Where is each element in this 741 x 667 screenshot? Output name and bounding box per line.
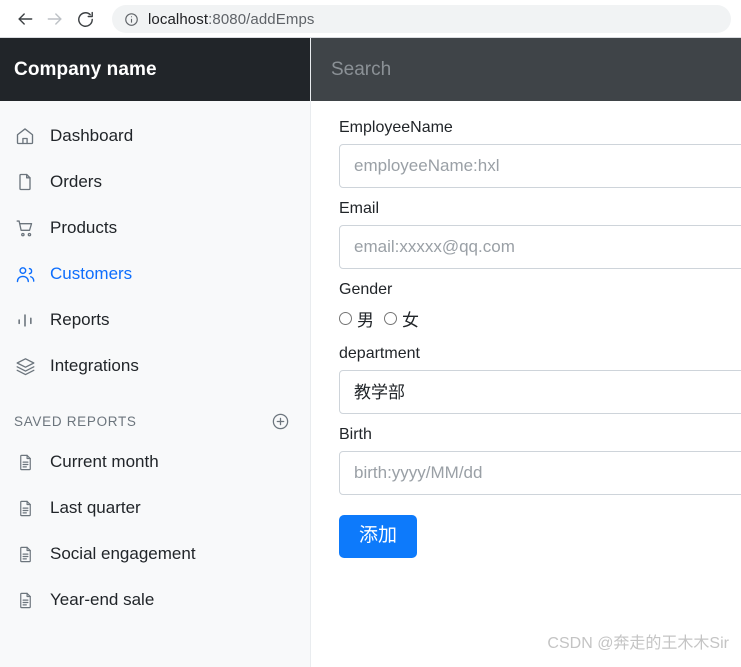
cart-icon bbox=[14, 217, 36, 239]
layers-icon bbox=[14, 355, 36, 377]
document-icon bbox=[14, 543, 36, 565]
saved-report-last-quarter[interactable]: Last quarter bbox=[0, 485, 310, 531]
gender-option-female-label: 女 bbox=[402, 311, 419, 330]
page-body: Company name Dashboard Orders Products C… bbox=[0, 38, 741, 667]
top-search-bar bbox=[311, 38, 741, 101]
sidebar-item-label: Orders bbox=[50, 172, 102, 191]
gender-radio-female[interactable] bbox=[384, 312, 397, 325]
info-circle-icon[interactable] bbox=[124, 12, 139, 27]
add-employee-form: EmployeeName Email Gender 男 女 bbox=[311, 101, 741, 667]
gender-radio-male[interactable] bbox=[339, 312, 352, 325]
browser-toolbar: localhost:8080/addEmps bbox=[0, 0, 741, 38]
primary-nav: Dashboard Orders Products Customers Repo… bbox=[0, 101, 310, 389]
email-label: Email bbox=[339, 200, 380, 217]
brand-title: Company name bbox=[14, 58, 157, 80]
department-select[interactable]: 教学部 bbox=[339, 370, 741, 414]
document-icon bbox=[14, 589, 36, 611]
gender-radio-group: 男 女 bbox=[339, 306, 741, 331]
sidebar-item-orders[interactable]: Orders bbox=[0, 159, 310, 205]
saved-report-label: Year-end sale bbox=[50, 590, 155, 609]
saved-report-social-engagement[interactable]: Social engagement bbox=[0, 531, 310, 577]
employee-name-input[interactable] bbox=[339, 144, 741, 188]
brand-header: Company name bbox=[0, 38, 310, 101]
file-icon bbox=[14, 171, 36, 193]
field-department: department 教学部 bbox=[339, 345, 741, 414]
document-icon bbox=[14, 451, 36, 473]
sidebar-item-label: Reports bbox=[50, 310, 110, 329]
sidebar-item-label: Integrations bbox=[50, 356, 139, 375]
email-input[interactable] bbox=[339, 225, 741, 269]
main-content: EmployeeName Email Gender 男 女 bbox=[311, 38, 741, 667]
people-icon bbox=[14, 263, 36, 285]
saved-report-current-month[interactable]: Current month bbox=[0, 439, 310, 485]
submit-add-button[interactable]: 添加 bbox=[339, 515, 418, 558]
field-employee-name: EmployeeName bbox=[339, 119, 741, 188]
sidebar-item-integrations[interactable]: Integrations bbox=[0, 343, 310, 389]
saved-reports-nav: Current month Last quarter Social engage… bbox=[0, 439, 310, 623]
saved-reports-header: SAVED REPORTS bbox=[0, 389, 310, 439]
field-gender: Gender 男 女 bbox=[339, 281, 741, 331]
arrow-left-icon bbox=[18, 13, 33, 25]
url-text: localhost:8080/addEmps bbox=[148, 11, 314, 28]
back-button[interactable] bbox=[10, 4, 40, 34]
url-path: :8080/addEmps bbox=[208, 10, 315, 28]
saved-report-label: Last quarter bbox=[50, 498, 141, 517]
home-icon bbox=[14, 125, 36, 147]
document-icon bbox=[14, 497, 36, 519]
address-bar[interactable]: localhost:8080/addEmps bbox=[112, 5, 731, 33]
sidebar-item-label: Customers bbox=[50, 264, 133, 283]
reload-button[interactable] bbox=[70, 4, 100, 34]
field-email: Email bbox=[339, 200, 741, 269]
birth-label: Birth bbox=[339, 426, 372, 443]
sidebar: Company name Dashboard Orders Products C… bbox=[0, 38, 311, 667]
sidebar-item-label: Dashboard bbox=[50, 126, 134, 145]
saved-report-label: Current month bbox=[50, 452, 159, 471]
field-birth: Birth bbox=[339, 426, 741, 495]
sidebar-item-products[interactable]: Products bbox=[0, 205, 310, 251]
gender-option-male[interactable]: 男 bbox=[339, 306, 374, 331]
watermark: CSDN @奔走的王木木Sir bbox=[547, 635, 729, 652]
saved-reports-label: SAVED REPORTS bbox=[14, 413, 137, 429]
url-host: localhost bbox=[148, 10, 209, 28]
birth-input[interactable] bbox=[339, 451, 741, 495]
gender-option-female[interactable]: 女 bbox=[384, 306, 419, 331]
sidebar-item-label: Products bbox=[50, 218, 118, 237]
sidebar-item-reports[interactable]: Reports bbox=[0, 297, 310, 343]
saved-report-label: Social engagement bbox=[50, 544, 196, 563]
sidebar-item-customers[interactable]: Customers bbox=[0, 251, 310, 297]
bar-chart-icon bbox=[14, 309, 36, 331]
gender-option-male-label: 男 bbox=[357, 311, 374, 330]
arrow-right-icon bbox=[47, 13, 62, 25]
plus-circle-icon[interactable] bbox=[270, 411, 290, 431]
sidebar-item-dashboard[interactable]: Dashboard bbox=[0, 113, 310, 159]
department-label: department bbox=[339, 345, 420, 362]
reload-icon bbox=[77, 11, 93, 27]
search-input[interactable] bbox=[331, 58, 741, 81]
gender-label: Gender bbox=[339, 281, 393, 298]
forward-button[interactable] bbox=[40, 4, 70, 34]
saved-report-year-end-sale[interactable]: Year-end sale bbox=[0, 577, 310, 623]
employee-name-label: EmployeeName bbox=[339, 119, 453, 136]
